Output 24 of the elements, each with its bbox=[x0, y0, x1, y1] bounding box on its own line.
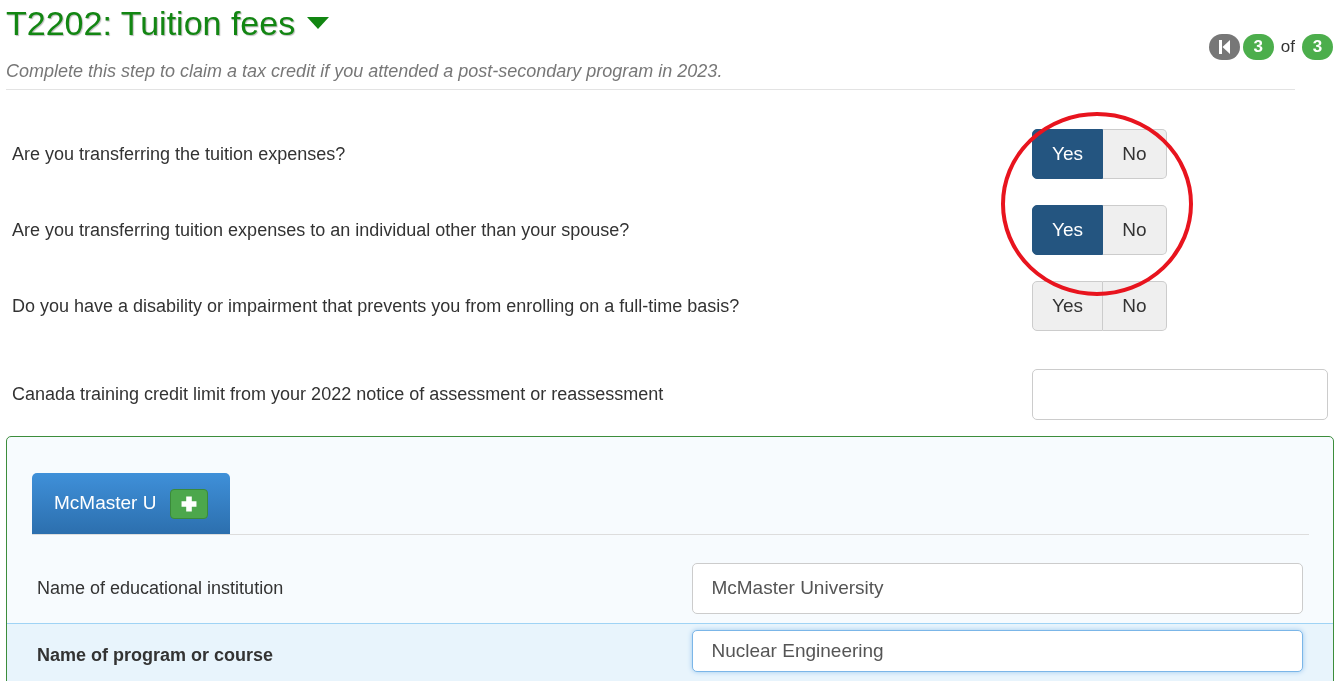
total-pages-badge: 3 bbox=[1302, 34, 1333, 60]
question-label: Canada training credit limit from your 2022 notice of assessment or reassessment bbox=[12, 382, 664, 406]
institution-tab[interactable]: McMaster U bbox=[32, 473, 231, 534]
toggle-option[interactable]: Yes bbox=[1032, 205, 1103, 255]
page-subtitle: Complete this step to claim a tax credit if you attended a post-secondary program in 2023. bbox=[6, 60, 724, 83]
dropdown-caret-icon[interactable] bbox=[307, 17, 330, 29]
question-label: Are you transferring the tuition expenses? bbox=[12, 142, 346, 166]
text-input-field[interactable] bbox=[1032, 368, 1328, 420]
page-of-label: of bbox=[1280, 36, 1295, 59]
text-input-field[interactable]: Nuclear Engineering bbox=[692, 630, 1303, 672]
toggle-option[interactable]: No bbox=[1103, 205, 1167, 255]
text-input-field[interactable]: McMaster University bbox=[692, 562, 1303, 614]
question-label: Are you transferring tuition expenses to an individual other than your spouse? bbox=[12, 218, 630, 242]
toggle-option[interactable]: Yes bbox=[1032, 281, 1103, 331]
question-label: Do you have a disability or impairment that prevents you from enrolling on a full-time basis? bbox=[12, 294, 740, 318]
field-label: Name of educational institution bbox=[37, 576, 285, 600]
add-icon[interactable] bbox=[170, 488, 209, 519]
first-page-icon[interactable] bbox=[1208, 34, 1240, 60]
toggle-option[interactable]: No bbox=[1103, 129, 1167, 179]
field-label: Name of program or course bbox=[37, 644, 275, 667]
page-title: T2202: Tuition fees bbox=[6, 6, 296, 40]
current-page-badge: 3 bbox=[1242, 34, 1274, 60]
toggle-option[interactable]: Yes bbox=[1032, 129, 1103, 179]
toggle-option[interactable]: No bbox=[1103, 281, 1167, 331]
